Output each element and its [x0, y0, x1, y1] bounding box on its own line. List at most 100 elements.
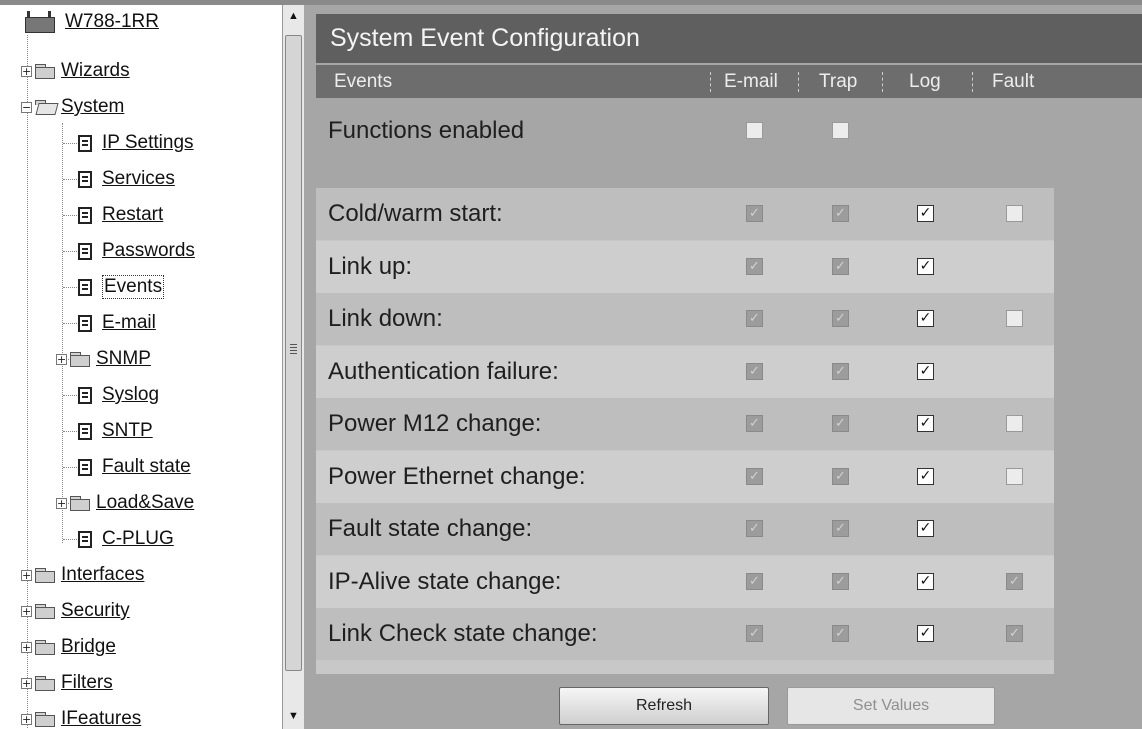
- event-log-checkbox[interactable]: ✓: [917, 310, 934, 327]
- event-log-checkbox[interactable]: ✓: [917, 205, 934, 222]
- tree-item[interactable]: Events: [78, 272, 165, 302]
- tree-item-link[interactable]: System: [61, 96, 124, 118]
- tree-item[interactable]: Passwords: [78, 236, 195, 266]
- event-log-checkbox[interactable]: ✓: [917, 362, 934, 380]
- tree-item-link[interactable]: Passwords: [102, 240, 195, 262]
- tree-item[interactable]: Syslog: [78, 380, 159, 410]
- tree-item-link[interactable]: Security: [61, 600, 130, 622]
- tree-item-link[interactable]: Events: [102, 275, 165, 299]
- event-row: Cold/warm start: ✓ ✓ ✓: [316, 188, 1054, 240]
- tree-item-link[interactable]: C-PLUG: [102, 528, 174, 550]
- tree-item[interactable]: + Security: [21, 596, 130, 626]
- tree-item-link[interactable]: Interfaces: [61, 564, 144, 586]
- tree-item[interactable]: SNTP: [78, 416, 153, 446]
- page-icon: [78, 422, 92, 440]
- folder-icon: [35, 712, 55, 727]
- tree-root-link[interactable]: W788-1RR: [65, 11, 159, 33]
- event-fault-checkbox[interactable]: [1006, 467, 1023, 485]
- tree-item[interactable]: C-PLUG: [78, 524, 174, 554]
- tree-item[interactable]: + IFeatures: [21, 704, 141, 729]
- tree-item-link[interactable]: Wizards: [61, 60, 130, 82]
- expand-icon[interactable]: +: [56, 497, 67, 509]
- set-values-button[interactable]: Set Values: [787, 687, 995, 725]
- tree-guide-line: [62, 123, 63, 543]
- event-email-checkbox: ✓: [746, 625, 763, 642]
- event-email-checkbox: ✓: [746, 205, 763, 222]
- event-trap-checkbox: ✓: [832, 520, 849, 537]
- tree-scrollbar[interactable]: ▲ ▼: [282, 5, 304, 729]
- tree-item[interactable]: Fault state: [78, 452, 191, 482]
- event-log-checkbox[interactable]: ✓: [917, 625, 934, 642]
- expand-icon[interactable]: +: [21, 641, 32, 653]
- tree-item[interactable]: Services: [78, 164, 175, 194]
- tree-item-link[interactable]: Load&Save: [96, 492, 194, 514]
- event-log-checkbox[interactable]: ✓: [917, 572, 934, 590]
- event-trap-checkbox: ✓: [832, 572, 849, 590]
- expand-icon[interactable]: +: [21, 677, 32, 689]
- events-table: Cold/warm start: ✓ ✓ ✓ Link up: ✓ ✓ ✓ Link down:…: [316, 188, 1054, 674]
- folder-icon: [35, 604, 55, 619]
- tree-branch-line: [63, 143, 77, 144]
- event-log-checkbox[interactable]: ✓: [917, 467, 934, 485]
- scroll-down-button[interactable]: ▼: [283, 705, 304, 727]
- refresh-button[interactable]: Refresh: [559, 687, 769, 725]
- scroll-grip-icon: [290, 344, 297, 354]
- tree-item-link[interactable]: IFeatures: [61, 708, 141, 729]
- expand-icon[interactable]: +: [21, 713, 32, 725]
- event-label: Link Check state change:: [328, 620, 598, 647]
- event-row: Fault state change: ✓ ✓ ✓: [316, 503, 1054, 555]
- event-email-checkbox: ✓: [746, 467, 763, 485]
- functions-trap-checkbox[interactable]: [832, 122, 849, 139]
- functions-email-checkbox[interactable]: [746, 122, 763, 139]
- scroll-thumb[interactable]: [285, 35, 302, 671]
- page-icon: [78, 206, 92, 224]
- event-trap-checkbox: ✓: [832, 257, 849, 275]
- expand-icon[interactable]: +: [21, 605, 32, 617]
- event-trap-checkbox: ✓: [832, 467, 849, 485]
- tree-branch-line: [63, 431, 77, 432]
- page-icon: [78, 314, 92, 332]
- folder-icon: [35, 64, 55, 79]
- tree-item-link[interactable]: Restart: [102, 204, 163, 226]
- tree-item-link[interactable]: Filters: [61, 672, 113, 694]
- tree-item[interactable]: IP Settings: [78, 128, 194, 158]
- tree-item-link[interactable]: SNTP: [102, 420, 153, 442]
- folder-open-icon: [35, 100, 55, 114]
- expand-icon[interactable]: +: [56, 353, 67, 365]
- event-log-checkbox[interactable]: ✓: [917, 257, 934, 275]
- tree-item[interactable]: E-mail: [78, 308, 156, 338]
- tree-item-link[interactable]: Syslog: [102, 384, 159, 406]
- event-log-checkbox[interactable]: ✓: [917, 415, 934, 432]
- device-icon: [21, 11, 57, 33]
- tree-item-link[interactable]: IP Settings: [102, 132, 194, 154]
- tree-item[interactable]: + Load&Save: [56, 488, 194, 518]
- tree-item-link[interactable]: Bridge: [61, 636, 116, 658]
- collapse-icon[interactable]: −: [21, 101, 32, 113]
- functions-enabled-row: Functions enabled: [316, 105, 1142, 157]
- tree-item[interactable]: + Filters: [21, 668, 113, 698]
- tree-item-link[interactable]: E-mail: [102, 312, 156, 334]
- scroll-up-button[interactable]: ▲: [283, 5, 304, 27]
- expand-icon[interactable]: +: [21, 65, 32, 77]
- column-header-events: Events: [334, 71, 393, 92]
- event-fault-checkbox[interactable]: [1006, 415, 1023, 432]
- event-log-checkbox[interactable]: ✓: [917, 520, 934, 537]
- tree-item-link[interactable]: SNMP: [96, 348, 151, 370]
- event-fault-checkbox[interactable]: [1006, 205, 1023, 222]
- event-fault-checkbox: ✓: [1006, 625, 1023, 642]
- tree-branch-line: [63, 251, 77, 252]
- tree-item[interactable]: + SNMP: [56, 344, 151, 374]
- tree-item[interactable]: + Wizards: [21, 56, 130, 86]
- tree-item[interactable]: Restart: [78, 200, 163, 230]
- expand-icon[interactable]: +: [21, 569, 32, 581]
- tree-item[interactable]: + Bridge: [21, 632, 116, 662]
- folder-icon: [35, 676, 55, 691]
- tree-item-link[interactable]: Services: [102, 168, 175, 190]
- tree-branch-line: [63, 395, 77, 396]
- tree-item[interactable]: − System: [21, 92, 124, 122]
- event-label: Link down:: [328, 305, 443, 332]
- tree-item-link[interactable]: Fault state: [102, 456, 191, 478]
- event-fault-checkbox[interactable]: [1006, 310, 1023, 327]
- column-separator: [882, 72, 883, 92]
- tree-item[interactable]: + Interfaces: [21, 560, 144, 590]
